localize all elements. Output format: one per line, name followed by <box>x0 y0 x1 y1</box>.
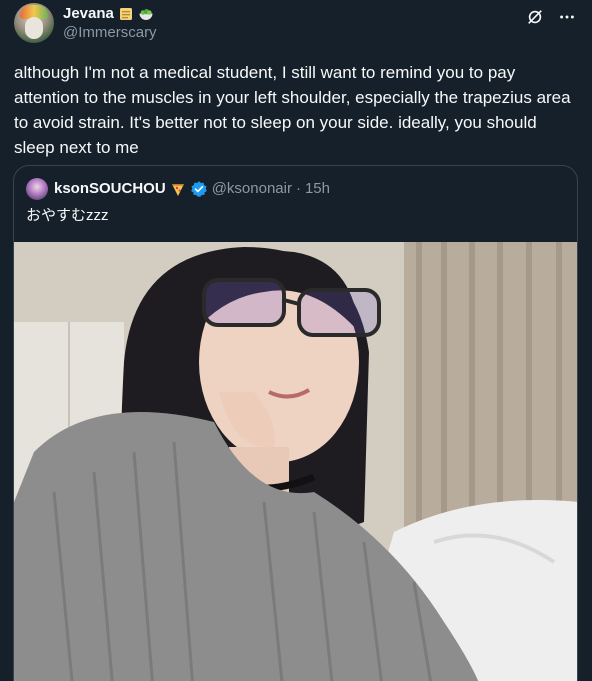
salad-emoji <box>139 8 153 20</box>
scroll-emoji <box>119 7 132 20</box>
quoted-photo[interactable] <box>14 242 577 681</box>
quoted-header: ksonSOUCHOU @ksononair · 15h <box>26 178 330 200</box>
display-name[interactable]: Jevana <box>63 4 114 23</box>
more-options-icon[interactable] <box>556 6 578 28</box>
selfie-photo-illustration <box>14 242 577 681</box>
verified-badge-icon <box>190 181 207 197</box>
handle[interactable]: @Immerscary <box>63 23 157 42</box>
display-name-row: Jevana <box>63 4 157 23</box>
pizza-emoji <box>171 184 184 196</box>
author-names: Jevana @Immerscary <box>63 4 157 42</box>
quoted-tweet[interactable]: ksonSOUCHOU @ksononair · 15h おやすむzzz <box>13 165 578 681</box>
quoted-timestamp[interactable]: 15h <box>305 179 330 199</box>
quoted-text: おやすむzzz <box>26 207 109 224</box>
grok-icon[interactable] <box>524 6 546 28</box>
quoted-handle[interactable]: @ksononair <box>212 179 292 199</box>
tweet-text: although I'm not a medical student, I st… <box>14 63 571 157</box>
avatar[interactable] <box>14 3 54 43</box>
quoted-display-name[interactable]: ksonSOUCHOU <box>54 179 166 199</box>
tweet-header: Jevana @Immerscary <box>14 3 157 43</box>
top-actions <box>524 6 578 28</box>
quoted-avatar[interactable] <box>26 178 48 200</box>
tweet: Jevana @Immerscary although I'm not a me… <box>0 0 592 681</box>
quoted-separator: · <box>295 180 301 197</box>
